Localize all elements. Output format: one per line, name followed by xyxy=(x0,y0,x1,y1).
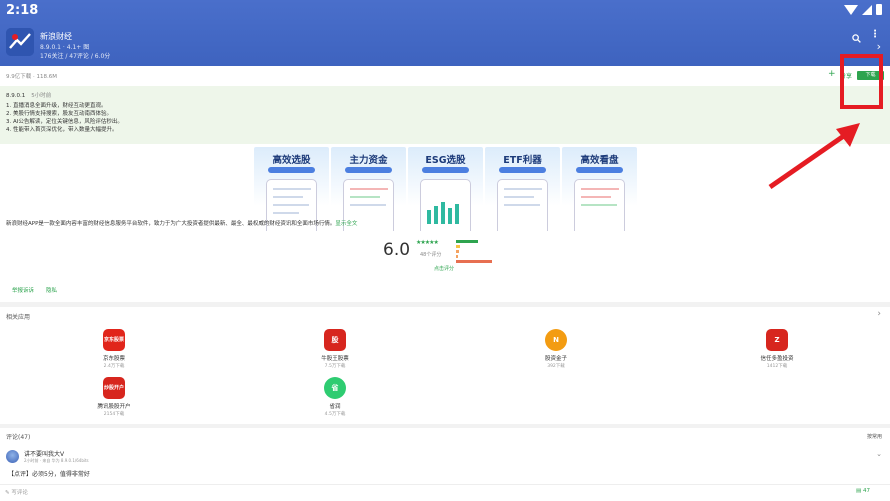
rating-score: 6.0 xyxy=(383,240,411,260)
screenshot-5[interactable]: 高效看盘 xyxy=(562,147,637,231)
related-app-name: 京东股票 xyxy=(102,356,125,362)
comments-sort[interactable]: 按常用 xyxy=(867,433,882,440)
related-app-downloads: 392下载 xyxy=(547,364,565,369)
jd-stock-icon: 京东股票 xyxy=(103,329,125,351)
battery-icon xyxy=(876,4,882,15)
related-app-4[interactable]: Z 信任多盈投资 1412下载 xyxy=(737,329,817,369)
screenshot-title: 主力资金 xyxy=(349,155,388,166)
status-icons xyxy=(844,4,882,15)
related-app-downloads: 2.4万下载 xyxy=(103,364,125,369)
fund-box-icon: N xyxy=(545,329,567,351)
related-app-name: 腾讯股股开户 xyxy=(97,404,131,410)
rating-stars: ★★★★★ xyxy=(416,239,439,246)
related-title: 相关应用 xyxy=(6,314,31,321)
rating-bar xyxy=(456,250,459,253)
changelog: 8.9.0.1 5小时前 1. 直播消息全面升级，财经互动更直观。 2. 美股行情… xyxy=(0,86,890,144)
comment-meta: 2小时前 · 来自 华为 8.9.0.1/64bits xyxy=(24,458,89,463)
version-date: 5小时前 xyxy=(31,93,52,99)
comment-text: 【点评】必须5分，值得非常好 xyxy=(8,471,90,478)
app-stats: 176关注 / 47评论 / 6.0分 xyxy=(40,53,111,60)
rating-bar xyxy=(456,260,492,263)
screenshot-caption-pill xyxy=(268,167,315,173)
screenshot-3[interactable]: ESG选股 xyxy=(408,147,483,231)
screenshot-4[interactable]: ETF利器 xyxy=(485,147,560,231)
downloads-row: 9.9亿下载 · 118.6M + 分享 xyxy=(0,66,890,86)
chevron-down-icon[interactable]: ⌄ xyxy=(876,450,882,458)
related-app-downloads: 7.5万下载 xyxy=(324,364,346,369)
rating-bar xyxy=(456,240,478,243)
annotation-arrow-icon xyxy=(768,123,860,190)
version-number: 8.9.0.1 xyxy=(6,93,26,99)
rating-count: 48个评分 xyxy=(420,252,442,258)
trust-invest-icon: Z xyxy=(766,329,788,351)
rate-link[interactable]: 点击评分 xyxy=(434,265,454,272)
related-app-name: 股资金子 xyxy=(544,356,567,362)
search-icon[interactable] xyxy=(852,28,861,47)
screenshot-title: ETF利器 xyxy=(503,155,542,166)
comments-title: 评论(47) xyxy=(6,434,31,441)
related-app-name: 信任多盈投资 xyxy=(760,356,794,362)
more-options-icon[interactable]: ⋮ xyxy=(870,29,880,40)
privacy-link[interactable]: 隐私 xyxy=(46,286,57,294)
follow-button[interactable]: + xyxy=(828,69,836,79)
rating-bar xyxy=(456,245,460,248)
app-name: 新浪财经 xyxy=(40,32,72,41)
related-app-2[interactable]: 股 牛股王股票 7.5万下载 xyxy=(295,329,375,369)
related-app-5[interactable]: 炒股开户 腾讯股股开户 2154下载 xyxy=(74,377,154,417)
write-comment-button[interactable]: ✎ 写评论 xyxy=(5,488,28,496)
status-time: 2:18 xyxy=(6,3,39,18)
app-logo-icon xyxy=(6,28,34,56)
comment-user[interactable]: 讲不要叫我大V xyxy=(24,449,64,458)
avatar[interactable] xyxy=(6,450,19,463)
show-more-link[interactable]: 显示全文 xyxy=(335,221,357,227)
stock-account-icon: 炒股开户 xyxy=(103,377,125,399)
related-app-name: 省润 xyxy=(329,404,341,410)
changelog-line: 4. 性能带入首页深优化，带入数量大幅提升。 xyxy=(6,127,118,133)
screenshot-title: ESG选股 xyxy=(425,155,466,166)
changelog-line: 1. 直播消息全面升级，财经互动更直观。 xyxy=(6,103,107,109)
shengrun-icon: 省 xyxy=(324,377,346,399)
description-text: 新浪财经APP是一款全面内容丰富的财经信息服务平台软件，致力于为广大投资者提供最… xyxy=(6,221,336,227)
report-link[interactable]: 举报诉诉 xyxy=(12,286,34,294)
phone-mockup xyxy=(497,179,548,231)
phone-mockup xyxy=(574,179,625,231)
changelog-line: 3. AI公告解读，定位关键信息，风险评估秒出。 xyxy=(6,119,123,125)
screenshot-title: 高效看盘 xyxy=(580,155,619,166)
screenshot-caption-pill xyxy=(422,167,469,173)
screenshot-caption-pill xyxy=(576,167,623,173)
footer-divider xyxy=(0,484,890,485)
related-app-3[interactable]: N 股资金子 392下载 xyxy=(516,329,596,369)
downloads-size: 9.9亿下载 · 118.6M xyxy=(6,74,57,80)
related-app-downloads: 4.5万下载 xyxy=(324,412,346,417)
chevron-right-icon[interactable]: › xyxy=(877,40,881,53)
annotation-highlight-box xyxy=(840,54,883,109)
chevron-right-icon[interactable]: › xyxy=(877,309,881,319)
app-description: 新浪财经APP是一款全面内容丰富的财经信息服务平台软件，致力于为广大投资者提供最… xyxy=(6,219,357,227)
wifi-icon xyxy=(844,4,858,15)
app-header: 2:18 新浪财经 8.9.0.1 · 4.1+ 图 176关注 / 47评论 … xyxy=(0,0,890,66)
write-comment-label: 写评论 xyxy=(11,490,28,496)
changelog-line: 2. 美股行情支持搜索，股友互动南西体验。 xyxy=(6,111,112,117)
comment-count[interactable]: ▤ 47 xyxy=(856,488,870,494)
rating-section: 6.0 ★★★★★ 48个评分 点击评分 举报诉诉 隐私 xyxy=(0,232,890,302)
comments-section: 评论(47) 按常用 讲不要叫我大V 2小时前 · 来自 华为 8.9.0.1/… xyxy=(0,428,890,501)
related-apps-section: 相关应用 › 京东股票 京东股票 2.4万下载 股 牛股王股票 7.5万下载 N… xyxy=(0,307,890,424)
comment-count-value: 47 xyxy=(863,488,870,494)
related-app-downloads: 2154下载 xyxy=(103,412,125,417)
stock-king-icon: 股 xyxy=(324,329,346,351)
screenshot-caption-pill xyxy=(499,167,546,173)
app-version: 8.9.0.1 · 4.1+ 图 xyxy=(40,44,90,51)
screenshot-caption-pill xyxy=(345,167,392,173)
related-app-1[interactable]: 京东股票 京东股票 2.4万下载 xyxy=(74,329,154,369)
screenshot-title: 高效选股 xyxy=(272,155,311,166)
related-app-downloads: 1412下载 xyxy=(766,364,788,369)
rating-bar xyxy=(456,255,458,258)
changelog-version: 8.9.0.1 5小时前 xyxy=(6,91,51,99)
app-detail-screen: 2:18 新浪财经 8.9.0.1 · 4.1+ 图 176关注 / 47评论 … xyxy=(0,0,890,501)
signal-icon xyxy=(862,4,872,15)
screenshot-gallery[interactable]: 高效选股 主力资金 ESG选股 ETF利器 高效看盘 新浪财经APP是一款全面内… xyxy=(0,144,890,232)
related-app-6[interactable]: 省 省润 4.5万下载 xyxy=(295,377,375,417)
phone-mockup xyxy=(420,179,471,231)
related-app-name: 牛股王股票 xyxy=(321,356,349,362)
